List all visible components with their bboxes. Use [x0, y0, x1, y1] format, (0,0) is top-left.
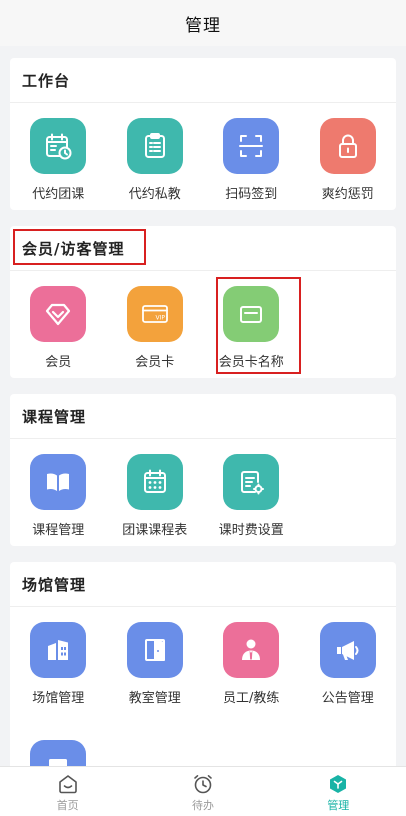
section-title: 场馆管理 [22, 576, 87, 594]
square-icon [30, 740, 87, 766]
tab-label: 待办 [191, 798, 214, 812]
section-grid: 会员 VIP 会员卡 会员卡名称 [10, 286, 396, 370]
divider [10, 606, 396, 607]
section-member-visitor: 会员/访客管理 会员 VIP 会员卡 会员卡名称 [10, 226, 396, 378]
tab-label: 首页 [56, 798, 79, 812]
item-staff-coach[interactable]: 员工/教练 [203, 622, 300, 706]
section-grid: 课程管理 团课课程表 课时费设置 [10, 454, 396, 538]
book-icon [30, 454, 87, 510]
item-member-card-name[interactable]: 会员卡名称 [203, 286, 300, 370]
item-member-card[interactable]: VIP 会员卡 [107, 286, 204, 370]
item-label: 课程管理 [32, 523, 85, 538]
calendar-grid-icon [126, 454, 183, 510]
item-course-manage[interactable]: 课程管理 [10, 454, 107, 538]
item-label: 公告管理 [321, 691, 374, 706]
document-gear-icon [223, 454, 280, 510]
section-venue: 场馆管理 场馆管理 教室管理 员工/教练 公告管理 [10, 562, 396, 766]
vip-badge: VIP [155, 315, 165, 322]
tab-manage[interactable]: 管理 [271, 767, 406, 816]
item-noshow-penalty[interactable]: 爽约惩罚 [300, 118, 397, 202]
section-course: 课程管理 课程管理 团课课程表 课时费设置 [10, 394, 396, 546]
tab-todo[interactable]: 待办 [135, 767, 270, 816]
vip-card-icon: VIP [126, 286, 183, 342]
item-label: 会员 [45, 355, 72, 370]
item-group-class-schedule[interactable]: 团课课程表 [107, 454, 204, 538]
item-book-private-coach[interactable]: 代约私教 [107, 118, 204, 202]
item-label: 会员卡名称 [218, 355, 284, 370]
item-label: 员工/教练 [223, 691, 280, 706]
manage-icon [330, 774, 347, 793]
divider [10, 102, 396, 103]
home-icon [58, 774, 77, 793]
header: 管理 [0, 0, 406, 46]
item-label: 代约私教 [128, 187, 181, 202]
item-scan-checkin[interactable]: 扫码签到 [203, 118, 300, 202]
tab-home[interactable]: 首页 [0, 767, 135, 816]
building-icon [30, 622, 87, 678]
item-class-fee-settings[interactable]: 课时费设置 [203, 454, 300, 538]
lock-icon [319, 118, 376, 174]
diamond-icon [30, 286, 87, 342]
section-workbench: 工作台 代约团课 代约私教 扫码签到 爽约惩罚 [10, 58, 396, 210]
item-label: 扫码签到 [225, 187, 278, 202]
item-partial[interactable] [10, 740, 107, 766]
tab-bar: 首页 待办 管理 [0, 766, 406, 816]
megaphone-icon [319, 622, 376, 678]
page-title: 管理 [185, 15, 221, 36]
item-classroom-manage[interactable]: 教室管理 [107, 622, 204, 706]
item-member[interactable]: 会员 [10, 286, 107, 370]
scan-icon [223, 118, 280, 174]
divider [10, 270, 396, 271]
item-label: 课时费设置 [218, 523, 284, 538]
tab-label: 管理 [327, 798, 350, 812]
section-title: 课程管理 [22, 408, 87, 426]
section-title: 会员/访客管理 [22, 240, 125, 258]
item-venue-manage[interactable]: 场馆管理 [10, 622, 107, 706]
item-label: 代约团课 [32, 187, 85, 202]
item-label: 教室管理 [128, 691, 181, 706]
item-label: 团课课程表 [122, 523, 188, 538]
item-label: 会员卡 [135, 355, 175, 370]
item-label: 爽约惩罚 [321, 187, 374, 202]
item-announcement-manage[interactable]: 公告管理 [300, 622, 397, 706]
item-book-group-class[interactable]: 代约团课 [10, 118, 107, 202]
calendar-clock-icon [30, 118, 87, 174]
content-scroll[interactable]: 工作台 代约团课 代约私教 扫码签到 爽约惩罚 会员/访客管理 会员 VIP 会… [0, 46, 406, 766]
alarm-clock-icon [194, 774, 212, 793]
card-icon [223, 286, 280, 342]
clipboard-list-icon [126, 118, 183, 174]
section-grid: 场馆管理 教室管理 员工/教练 公告管理 [10, 622, 396, 706]
divider [10, 438, 396, 439]
staff-icon [223, 622, 280, 678]
item-label: 场馆管理 [32, 691, 85, 706]
section-grid-row-2 [10, 740, 396, 766]
section-title: 工作台 [22, 72, 71, 90]
section-grid: 代约团课 代约私教 扫码签到 爽约惩罚 [10, 118, 396, 202]
door-icon [126, 622, 183, 678]
